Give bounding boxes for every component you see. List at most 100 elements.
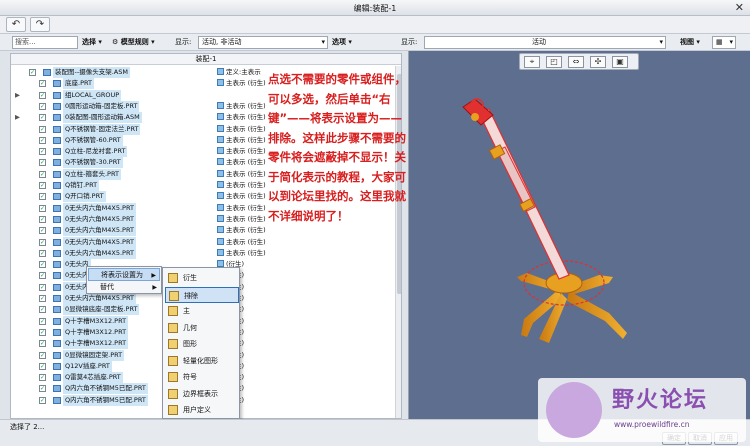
part-icon: [53, 114, 61, 122]
submenu-item[interactable]: 符号: [165, 369, 239, 385]
row-checkbox[interactable]: ✓: [39, 385, 46, 393]
chevron-down-icon: ▾: [729, 38, 733, 46]
row-checkbox[interactable]: ✓: [29, 69, 36, 76]
row-checkbox[interactable]: ✓: [39, 114, 46, 122]
row-checkbox[interactable]: ✓: [39, 249, 46, 257]
layout-dropdown[interactable]: ▦ ▾: [712, 36, 736, 49]
tree-row[interactable]: ✓ 0无头内六角M4X5.PRT 主表示 (衍生): [11, 236, 395, 248]
part-icon: [53, 317, 61, 325]
row-name: 0显微镜固定架.PRT: [63, 349, 125, 361]
row-checkbox[interactable]: ✓: [39, 396, 46, 404]
search-input[interactable]: 搜索...: [12, 36, 78, 49]
submenu-item[interactable]: 排除: [165, 286, 239, 303]
context-menu-item[interactable]: 将表示设置为 ▶: [88, 268, 160, 281]
saved-views-icon[interactable]: ▣: [612, 56, 628, 68]
submenu-item[interactable]: 衍生: [165, 270, 239, 286]
row-name: 0无头内六角M4X5.PRT: [63, 247, 136, 259]
expand-icon[interactable]: ▶: [15, 90, 21, 101]
row-checkbox[interactable]: ✓: [39, 227, 46, 235]
row-name: 组LOCAL_GROUP: [63, 89, 122, 101]
select-button[interactable]: 选择 ▾: [82, 36, 102, 49]
representation-icon: [217, 169, 224, 177]
row-checkbox[interactable]: ✓: [39, 102, 46, 110]
row-checkbox[interactable]: ✓: [39, 80, 46, 88]
row-checkbox[interactable]: ✓: [39, 306, 46, 314]
part-icon: [53, 159, 61, 167]
submenu-item[interactable]: 图形: [165, 336, 239, 352]
view-button[interactable]: 视图 ▾: [680, 36, 700, 49]
expand-icon[interactable]: ▶: [15, 112, 21, 123]
row-checkbox[interactable]: ✓: [39, 272, 46, 280]
graphics-viewport[interactable]: ⌖ ◰ ⇔ ✣ ▣: [408, 51, 750, 419]
row-checkbox[interactable]: ✓: [39, 148, 46, 156]
zoom-fit-icon[interactable]: ⇔: [568, 56, 584, 68]
tree-row[interactable]: ✓ 0无头内六角M4X5.PRT 主表示 (衍生): [11, 247, 395, 259]
representation-icon: [217, 135, 224, 143]
row-checkbox[interactable]: ✓: [39, 193, 46, 201]
row-name: 0圆形运动箱-固定板.PRT: [63, 100, 140, 112]
close-icon[interactable]: ✕: [735, 1, 744, 14]
row-checkbox[interactable]: ✓: [39, 328, 46, 336]
orient-icon[interactable]: ⌖: [524, 56, 540, 68]
row-status: 主表示 (衍生): [217, 112, 266, 123]
menu-item-label: 替代: [100, 283, 114, 291]
row-status: 主表示 (衍生): [217, 237, 266, 248]
options-button[interactable]: 选项 ▾: [332, 36, 352, 49]
row-checkbox[interactable]: ✓: [39, 317, 46, 325]
representation-submenu: 衍生排除主几何 图形轻量化图形符号 边界框表示 用户定义: [162, 267, 240, 419]
representation-icon: [217, 68, 224, 75]
status-message: 选择了 2...: [10, 423, 45, 431]
right-display-dropdown[interactable]: 活动 ▾: [424, 36, 666, 49]
row-checkbox[interactable]: ✓: [39, 136, 46, 144]
submenu-item[interactable]: 用户定义: [165, 402, 239, 418]
representation-icon: [217, 124, 224, 132]
submenu-item-label: 轻量化图形: [183, 356, 218, 365]
submenu-item[interactable]: 轻量化图形: [165, 353, 239, 369]
row-checkbox[interactable]: ✓: [39, 125, 46, 133]
row-checkbox[interactable]: ✓: [39, 204, 46, 212]
row-checkbox[interactable]: ✓: [39, 261, 46, 269]
context-menu-item[interactable]: 替代 ▶: [88, 281, 160, 294]
display-style-icon[interactable]: ◰: [546, 56, 562, 68]
submenu-item[interactable]: 几何: [165, 320, 239, 336]
model-rules-button[interactable]: ⚙ 模型规则 ▾: [112, 36, 155, 49]
row-checkbox[interactable]: ✓: [39, 215, 46, 223]
row-status: 主表示 (衍生): [217, 135, 266, 146]
part-icon: [53, 102, 61, 110]
view-toolbar: ⌖ ◰ ⇔ ✣ ▣: [519, 53, 639, 70]
representation-icon: [217, 203, 224, 211]
row-checkbox[interactable]: ✓: [39, 159, 46, 167]
part-icon: [53, 249, 61, 257]
row-checkbox[interactable]: ✓: [39, 295, 46, 302]
context-menu: 将表示设置为 ▶ 替代 ▶: [86, 266, 162, 294]
row-status: 定义:主表示: [217, 67, 261, 78]
submenu-item-label: 排除: [184, 291, 198, 300]
part-icon: [53, 125, 61, 133]
representation-icon: [217, 101, 224, 109]
master-icon: [168, 306, 178, 316]
row-name: Q不锈钢管-60.PRT: [63, 134, 123, 146]
row-checkbox[interactable]: ✓: [39, 362, 46, 370]
row-checkbox[interactable]: ✓: [39, 182, 46, 189]
row-checkbox[interactable]: ✓: [39, 374, 46, 382]
row-checkbox[interactable]: ✓: [39, 340, 46, 348]
row-name: Q立柱-箍套头.PRT: [63, 168, 121, 180]
row-checkbox[interactable]: ✓: [39, 238, 46, 246]
row-checkbox[interactable]: ✓: [39, 351, 46, 359]
filter-bar: 搜索... 选择 ▾ ⚙ 模型规则 ▾ 显示: 活动, 非活动 ▾ 选项 ▾ 显示…: [0, 34, 750, 51]
row-checkbox[interactable]: ✓: [39, 283, 46, 291]
tree-row[interactable]: ✓ 0无头内六角M4X5.PRT 主表示 (衍生): [11, 225, 395, 237]
row-name: 0装配图-圆形运动箱.ASM: [63, 112, 142, 124]
part-icon: [43, 69, 51, 76]
spin-center-icon[interactable]: ✣: [590, 56, 606, 68]
redo-icon[interactable]: ↷: [30, 17, 50, 32]
row-checkbox[interactable]: ✓: [39, 91, 46, 99]
row-status: 主表示 (衍生): [217, 124, 266, 135]
window-title: 编辑:装配-1: [353, 4, 397, 13]
undo-icon[interactable]: ↶: [6, 17, 26, 32]
watermark-title: 野火论坛: [612, 388, 709, 413]
submenu-item[interactable]: 边界框表示: [165, 386, 239, 402]
row-checkbox[interactable]: ✓: [39, 170, 46, 178]
submenu-item[interactable]: 主: [165, 303, 239, 319]
display-dropdown[interactable]: 活动, 非活动 ▾: [198, 36, 328, 49]
